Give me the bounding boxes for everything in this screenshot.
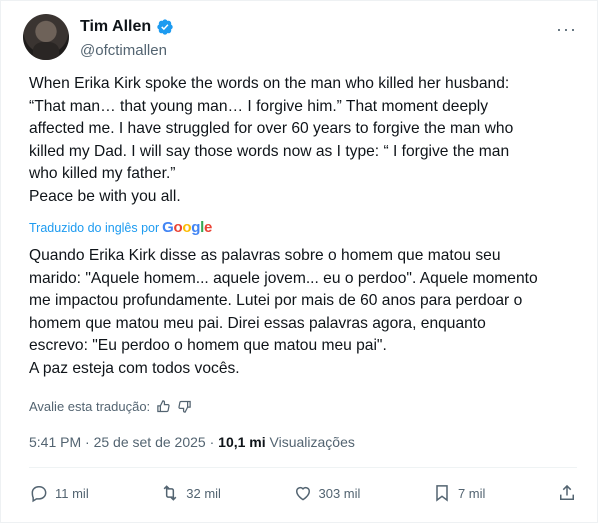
post-text-line: affected me. I have struggled for over 6… <box>29 120 514 137</box>
meta-separator: · <box>209 434 215 450</box>
avatar[interactable] <box>23 14 69 60</box>
google-logo: Google <box>162 219 213 236</box>
share-icon <box>557 483 577 503</box>
author-name-row: Tim Allen <box>80 18 174 36</box>
translation-line: me impactou profundamente. Lutei por mai… <box>29 292 523 309</box>
rate-translation-label: Avalie esta tradução: <box>29 399 151 414</box>
bookmark-icon <box>432 483 452 503</box>
translation-line: escrevo: "Eu perdoo o homem que matou me… <box>29 337 387 354</box>
post-text: When Erika Kirk spoke the words on the m… <box>29 73 584 208</box>
like-icon <box>293 483 313 503</box>
post-text-line: When Erika Kirk spoke the words on the m… <box>29 75 510 92</box>
thumbs-down-icon[interactable] <box>177 399 192 414</box>
translated-by-link[interactable]: Traduzido do inglês por Google <box>29 219 212 236</box>
thumbs-up-icon[interactable] <box>156 399 171 414</box>
post-text-line: who killed my father.” <box>29 165 176 182</box>
translation-line: A paz esteja com todos vocês. <box>29 359 240 377</box>
verified-badge-icon <box>156 18 174 36</box>
reply-button[interactable]: 11 mil <box>29 483 89 503</box>
repost-icon <box>160 483 180 503</box>
post-meta: 5:41 PM · 25 de set de 2025 · 10,1 mi Vi… <box>29 434 355 450</box>
more-icon[interactable]: ··· <box>556 19 577 40</box>
meta-separator: · <box>85 434 90 450</box>
post-card: Tim Allen @ofctimallen ··· When Erika Ki… <box>0 0 598 523</box>
bookmark-button[interactable]: 7 mil <box>432 483 485 503</box>
like-count: 303 mil <box>318 485 361 501</box>
translation-line: marido: "Aquele homem... aquele jovem...… <box>29 269 538 287</box>
translation-line: homem que matou meu pai. Direi essas pal… <box>29 314 486 332</box>
repost-count: 32 mil <box>186 485 221 501</box>
bookmark-count: 7 mil <box>457 485 486 501</box>
share-button[interactable] <box>557 483 577 503</box>
divider <box>29 467 577 468</box>
reply-count: 11 mil <box>55 485 89 501</box>
rate-translation: Avalie esta tradução: <box>29 399 192 414</box>
translation-text: Quando Erika Kirk disse as palavras sobr… <box>29 245 584 380</box>
post-text-line: “That man… that young man… I forgive him… <box>29 97 489 115</box>
translated-by-label: Traduzido do inglês por <box>29 220 160 235</box>
translation-line: Quando Erika Kirk disse as palavras sobr… <box>29 247 501 264</box>
author-handle[interactable]: @ofctimallen <box>80 42 167 59</box>
like-button[interactable]: 303 mil <box>293 483 361 503</box>
post-text-line: killed my Dad. I will say those words no… <box>29 142 510 160</box>
author-name[interactable]: Tim Allen <box>80 18 151 36</box>
views-label: Visualizações <box>269 434 355 450</box>
post-date[interactable]: 25 de set de 2025 <box>94 434 206 450</box>
repost-button[interactable]: 32 mil <box>160 483 221 503</box>
post-text-line: Peace be with you all. <box>29 187 181 205</box>
view-count: 10,1 mi <box>218 434 266 450</box>
post-time[interactable]: 5:41 PM <box>29 434 81 450</box>
reply-icon <box>29 483 49 503</box>
action-bar: 11 mil 32 mil 303 mil 7 mil <box>29 481 577 505</box>
